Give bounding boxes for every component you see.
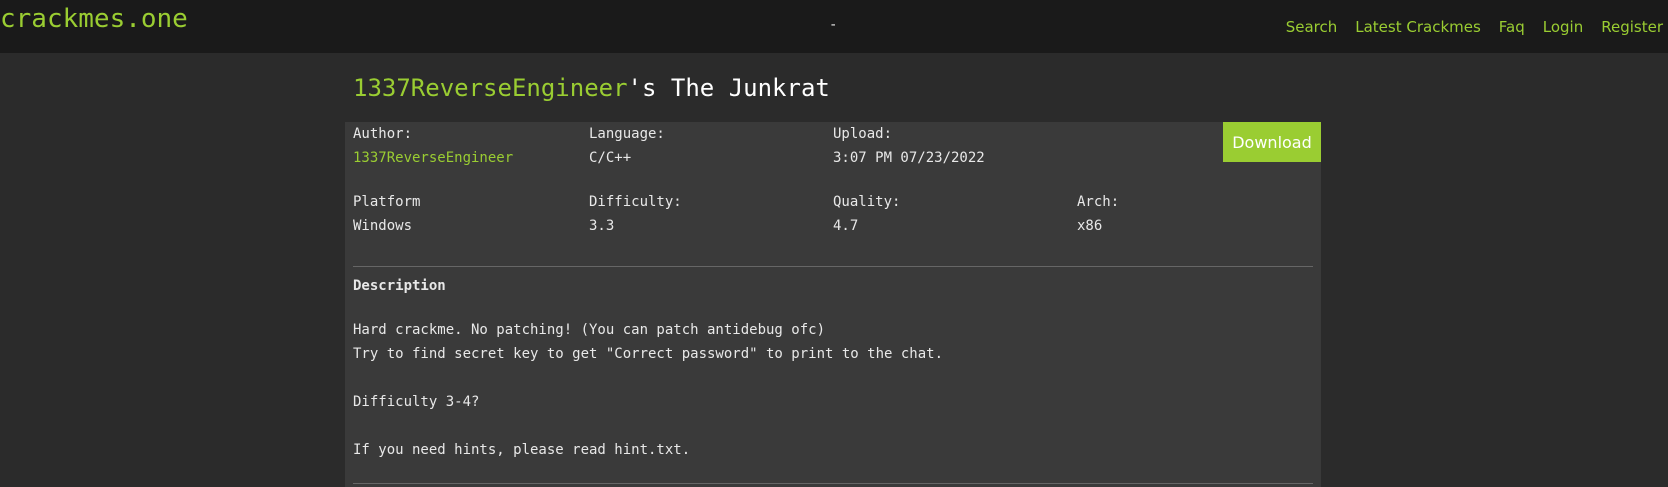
title-author-link[interactable]: 1337ReverseEngineer [353,74,628,102]
description-line: Try to find secret key to get "Correct p… [353,346,944,362]
arch-value: x86 [1077,218,1103,234]
language-field: Language: C/C++ [589,122,665,170]
crackme-info-panel: Download Author: 1337ReverseEngineer Lan… [345,122,1321,487]
quality-field: Quality: 4.7 [833,190,900,238]
description-line: Hard crackme. No patching! (You can patc… [353,322,826,338]
author-value-link[interactable]: 1337ReverseEngineer [353,146,513,170]
nav-register-link[interactable]: Register [1601,18,1663,36]
description-heading: Description [353,278,446,294]
nav-search-link[interactable]: Search [1286,18,1338,36]
quality-label: Quality: [833,194,901,210]
description-line: Difficulty 3-4? [353,394,480,410]
upload-label: Upload: [833,126,893,142]
difficulty-field: Difficulty: 3.3 [589,190,682,238]
arch-label: Arch: [1077,194,1120,210]
author-field: Author: 1337ReverseEngineer [353,122,513,170]
upload-field: Upload: 3:07 PM 07/23/2022 [833,122,985,170]
page-title: 1337ReverseEngineer's The Junkrat [353,74,830,102]
difficulty-label: Difficulty: [589,194,682,210]
author-label: Author: [353,126,413,142]
language-value: C/C++ [589,150,632,166]
navbar-center-text: - [829,17,838,33]
nav-menu: Search Latest Crackmes Faq Login Registe… [1286,18,1663,36]
quality-value: 4.7 [833,218,859,234]
platform-value: Windows [353,218,413,234]
top-navbar: crackmes.one - Search Latest Crackmes Fa… [0,0,1668,53]
nav-latest-crackmes-link[interactable]: Latest Crackmes [1355,18,1481,36]
language-label: Language: [589,126,665,142]
upload-value: 3:07 PM 07/23/2022 [833,150,985,166]
nav-login-link[interactable]: Login [1543,18,1583,36]
difficulty-value: 3.3 [589,218,615,234]
download-button[interactable]: Download [1223,122,1321,162]
nav-faq-link[interactable]: Faq [1499,18,1525,36]
arch-field: Arch: x86 [1077,190,1119,238]
divider [353,483,1313,484]
platform-field: Platform Windows [353,190,420,238]
description-line: If you need hints, please read hint.txt. [353,442,691,458]
platform-label: Platform [353,194,421,210]
divider [353,266,1313,267]
site-logo-link[interactable]: crackmes.one [0,4,188,34]
title-crackme-name: 's The Junkrat [627,74,830,102]
